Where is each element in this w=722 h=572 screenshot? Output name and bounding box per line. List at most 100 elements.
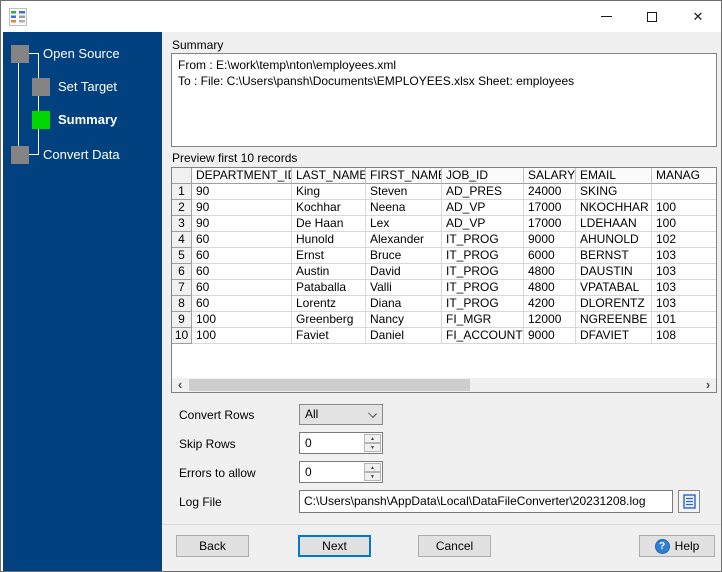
table-cell: 100 [652,200,716,216]
column-header[interactable]: MANAG [652,168,716,184]
table-cell: Lorentz [292,296,366,312]
help-button[interactable]: ? Help [639,535,715,557]
table-cell: 60 [192,248,292,264]
convert-rows-label: Convert Rows [179,408,255,422]
row-number-cell: 2 [172,200,192,216]
table-cell: NKOCHHAR [576,200,652,216]
table-row[interactable]: 3 90 De Haan Lex AD_VP 17000 LDEHAAN 100 [172,216,716,232]
table-cell: AD_VP [442,216,524,232]
table-cell: Lex [366,216,442,232]
table-cell: 60 [192,296,292,312]
app-icon [9,8,27,26]
table-row[interactable]: 8 60 Lorentz Diana IT_PROG 4200 DLORENTZ 103 [172,296,716,312]
sidebar-step-open-source[interactable]: Open Source [43,45,120,63]
step-connector-left [18,63,19,155]
preview-table-header: DEPARTMENT_ID LAST_NAME FIRST_NAME JOB_ID SA… [172,168,716,184]
table-cell: Valli [366,280,442,296]
table-row[interactable]: 5 60 Ernst Bruce IT_PROG 6000 BERNST 103 [172,248,716,264]
summary-section-label: Summary [172,38,224,52]
column-header[interactable]: DEPARTMENT_ID [192,168,292,184]
row-number-cell: 1 [172,184,192,200]
close-button[interactable]: ✕ [675,1,721,32]
wizard-sidebar: Open Source Set Target Summary Convert D… [3,32,162,571]
scroll-right-icon[interactable]: › [700,378,716,392]
table-row[interactable]: 4 60 Hunold Alexander IT_PROG 9000 AHUNOLD 102 [172,232,716,248]
row-number-cell: 10 [172,328,192,344]
table-row[interactable]: 2 90 Kochhar Neena AD_VP 17000 NKOCHHAR 100 [172,200,716,216]
table-row[interactable]: 10 100 Faviet Daniel FI_ACCOUNT 9000 DFAVIET 10… [172,328,716,344]
column-header[interactable]: EMAIL [576,168,652,184]
table-cell: NGREENBE [576,312,652,328]
close-icon: ✕ [692,9,704,24]
table-cell: SKING [576,184,652,200]
errors-down-icon[interactable]: ▼ [364,472,381,481]
table-cell: 90 [192,216,292,232]
skip-rows-down-icon[interactable]: ▼ [364,443,381,452]
table-cell: Neena [366,200,442,216]
table-row[interactable]: 6 60 Austin David IT_PROG 4800 DAUSTIN 103 [172,264,716,280]
table-cell: Greenberg [292,312,366,328]
horizontal-scrollbar[interactable]: ‹ › [172,378,716,392]
table-cell: 103 [652,280,716,296]
row-number-cell: 3 [172,216,192,232]
table-cell: 4800 [524,280,576,296]
table-cell: AD_VP [442,200,524,216]
skip-rows-stepper[interactable]: 0 ▲ ▼ [299,432,383,454]
row-number-cell: 5 [172,248,192,264]
table-row[interactable]: 1 90 King Steven AD_PRES 24000 SKING [172,184,716,200]
column-header[interactable]: SALARY [524,168,576,184]
table-cell: IT_PROG [442,280,524,296]
errors-to-allow-stepper[interactable]: 0 ▲ ▼ [299,461,383,483]
skip-rows-value: 0 [305,436,312,450]
scrollbar-thumb[interactable] [189,379,470,391]
table-cell: 17000 [524,216,576,232]
convert-rows-select[interactable]: All [299,404,383,425]
cancel-button[interactable]: Cancel [418,535,491,557]
column-header[interactable]: JOB_ID [442,168,524,184]
sidebar-step-summary[interactable]: Summary [58,111,117,129]
column-header[interactable]: LAST_NAME [292,168,366,184]
table-cell: 101 [652,312,716,328]
step-square-set-target[interactable] [32,78,50,96]
table-row[interactable]: 7 60 Pataballa Valli IT_PROG 4800 VPATABAL 103 [172,280,716,296]
step-connector-inner [38,53,39,155]
table-cell: IT_PROG [442,264,524,280]
skip-rows-up-icon[interactable]: ▲ [364,434,381,443]
preview-table-rows: 1 90 King Steven AD_PRES 24000 SKING 2 90 Kochhar… [172,184,716,344]
table-cell: Diana [366,296,442,312]
row-number-header[interactable] [172,168,192,184]
back-button[interactable]: Back [176,535,249,557]
step-square-summary[interactable] [32,111,50,129]
sidebar-step-set-target[interactable]: Set Target [58,78,117,96]
summary-box: From : E:\work\temp\nton\employees.xml T… [171,53,717,147]
errors-up-icon[interactable]: ▲ [364,463,381,472]
title-bar[interactable]: ✕ [1,1,721,32]
table-cell: BERNST [576,248,652,264]
browse-log-file-button[interactable] [678,490,700,513]
preview-section-label: Preview first 10 records [172,151,298,165]
chevron-down-icon [368,409,377,418]
table-cell: Faviet [292,328,366,344]
table-cell: Daniel [366,328,442,344]
step-square-open-source[interactable] [11,45,29,63]
column-header[interactable]: FIRST_NAME [366,168,442,184]
table-cell: 90 [192,200,292,216]
next-button[interactable]: Next [298,535,371,557]
minimize-button[interactable] [583,1,629,32]
minimize-icon [600,16,612,17]
step-square-convert-data[interactable] [11,146,29,164]
main-panel: Summary From : E:\work\temp\nton\employe… [162,32,721,571]
row-number-cell: 6 [172,264,192,280]
preview-table[interactable]: DEPARTMENT_ID LAST_NAME FIRST_NAME JOB_ID SA… [171,167,717,393]
table-cell: 60 [192,264,292,280]
maximize-button[interactable] [629,1,675,32]
table-cell: VPATABAL [576,280,652,296]
table-cell: 108 [652,328,716,344]
sidebar-step-convert-data[interactable]: Convert Data [43,146,120,164]
table-row[interactable]: 9 100 Greenberg Nancy FI_MGR 12000 NGREENBE 101 [172,312,716,328]
log-file-input[interactable]: C:\Users\pansh\AppData\Local\DataFileCon… [299,490,673,513]
scroll-left-icon[interactable]: ‹ [172,378,188,392]
summary-line-to: To : File: C:\Users\pansh\Documents\EMPL… [178,74,575,88]
table-cell: Hunold [292,232,366,248]
window-controls: ✕ [583,1,721,32]
